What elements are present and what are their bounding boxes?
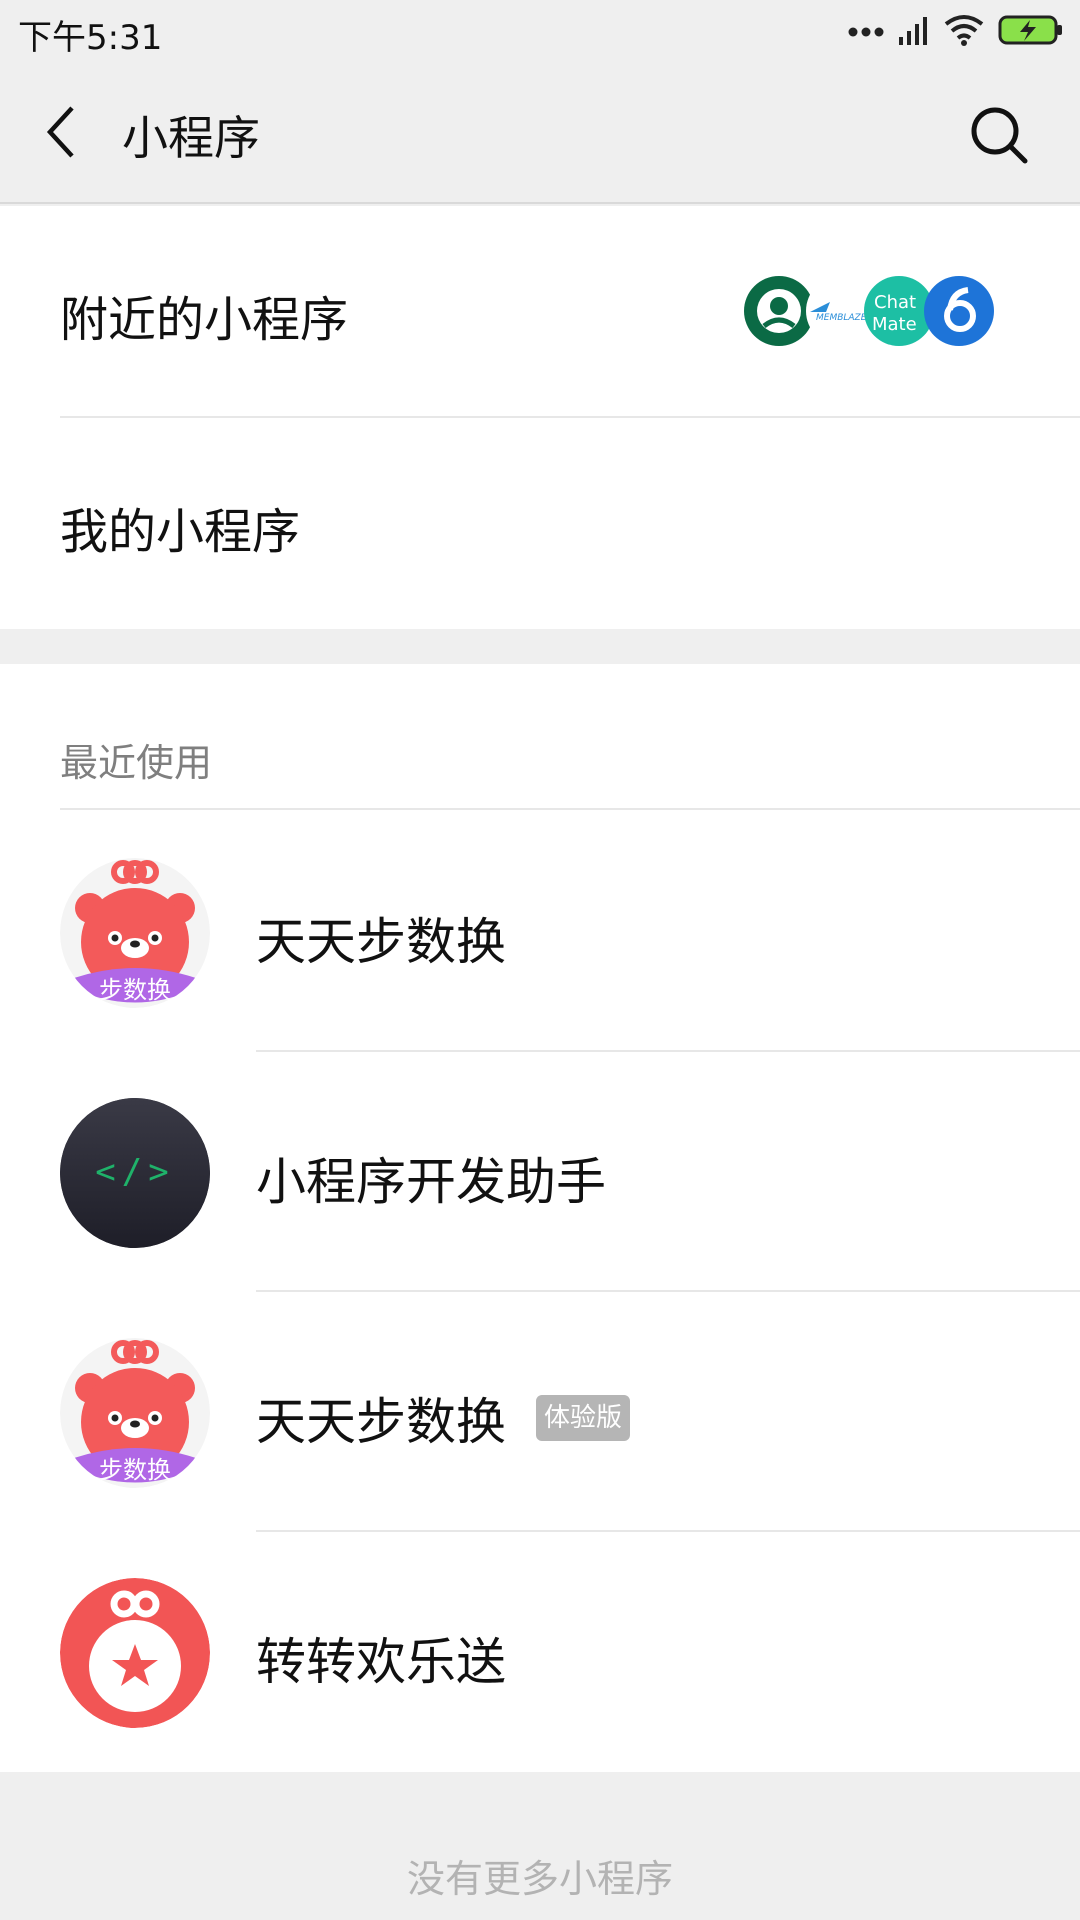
status-bar: 下午5:31 [0,0,1080,64]
my-miniprograms-label: 我的小程序 [60,504,301,560]
back-arrow-icon [40,102,80,166]
list-item[interactable]: </> 小程序开发助手 [0,1050,1080,1290]
search-icon [969,105,1029,169]
list-item-name-row: 天天步数换 体验版 [256,1382,631,1454]
svg-text:Chat: Chat [874,292,916,313]
search-button[interactable] [962,100,1036,174]
pink-bear-icon: 步数换 [60,858,210,1008]
list-item[interactable]: 步数换 天天步数换 [0,810,1080,1050]
battery-icon [998,14,1064,50]
nearby-row[interactable]: 附近的小程序 MEMBLAZE Chat Mate [0,206,1080,416]
list-item-name: 天天步数换 [256,1393,506,1451]
my-miniprograms-row[interactable]: 我的小程序 [0,418,1080,628]
entry-card: 附近的小程序 MEMBLAZE Chat Mate 我的小程序 [0,206,1080,629]
title-bar: 小程序 [0,64,1080,204]
pink-bear-icon-text: 步数换 [99,1456,171,1484]
signal-icon [898,15,930,49]
nearby-logos: MEMBLAZE Chat Mate [744,276,994,346]
status-icons [848,12,1064,52]
list-item-name: 小程序开发助手 [256,1153,606,1211]
code-icon: </> [60,1098,210,1248]
dots-icon [848,23,884,42]
star-bag-icon [60,1578,210,1728]
blue-6-logo [924,276,994,346]
status-time: 下午5:31 [18,18,163,58]
list-item-name: 转转欢乐送 [256,1633,506,1691]
wifi-icon [944,14,984,50]
recent-section-header: 最近使用 [60,741,213,785]
pink-bear-icon: 步数换 [60,1338,210,1488]
code-icon-text: </> [95,1152,175,1192]
starbucks-logo [744,276,814,346]
list-item-name: 天天步数换 [256,913,506,971]
back-button[interactable] [30,98,90,170]
list-item-name-row: 天天步数换 [256,902,506,974]
trial-badge: 体验版 [536,1395,631,1441]
list-item-name-row: 小程序开发助手 [256,1142,606,1214]
pink-bear-icon-text: 步数换 [99,976,171,1004]
list-item[interactable]: 步数换 天天步数换 体验版 [0,1290,1080,1530]
nearby-label: 附近的小程序 [60,292,349,348]
recent-card: 最近使用 步数换 天天步数换 </> 小程序开发助手 步数换 天天步数换 体验版… [0,664,1080,1772]
page-title: 小程序 [122,111,260,165]
list-item[interactable]: 转转欢乐送 [0,1530,1080,1770]
svg-text:Mate: Mate [872,314,917,335]
list-item-name-row: 转转欢乐送 [256,1622,506,1694]
footer-no-more-text: 没有更多小程序 [406,1857,673,1901]
svg-text:MEMBLAZE: MEMBLAZE [816,313,867,323]
